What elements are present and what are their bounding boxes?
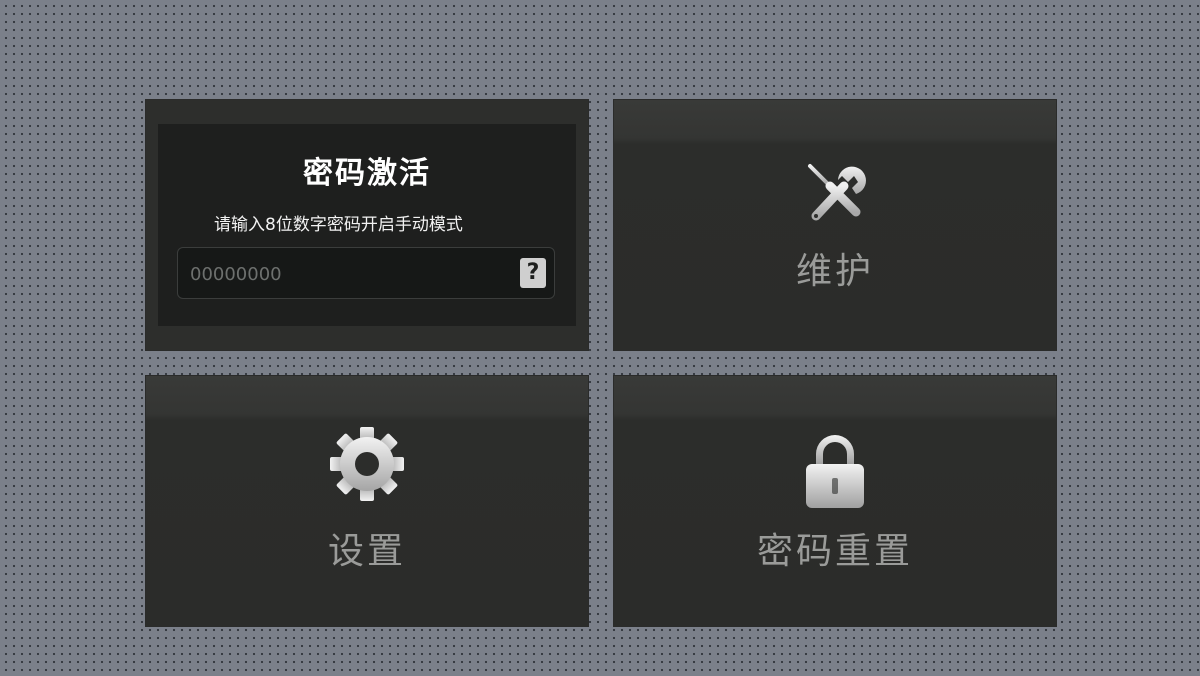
gear-icon — [330, 427, 404, 501]
tools-icon — [808, 164, 866, 221]
maintenance-label: 维护 — [795, 251, 874, 292]
activation-hint: 请输入8位数字密码开启手动模式 — [214, 215, 463, 235]
password-reset-label: 密码重置 — [756, 531, 913, 572]
activation-inner-panel: 密码激活 请输入8位数字密码开启手动模式 ? — [158, 124, 576, 326]
password-reset-button[interactable]: 密码重置 — [614, 376, 1056, 626]
password-input[interactable] — [188, 256, 512, 292]
password-activation-panel: 密码激活 请输入8位数字密码开启手动模式 ? — [146, 100, 588, 350]
settings-label: 设置 — [327, 531, 406, 572]
settings-button[interactable]: 设置 — [146, 376, 588, 626]
activation-title: 密码激活 — [303, 156, 431, 191]
help-button[interactable]: ? — [520, 258, 546, 288]
lock-icon — [806, 435, 864, 508]
password-field-box: ? — [177, 247, 555, 299]
maintenance-button[interactable]: 维护 — [614, 100, 1056, 350]
